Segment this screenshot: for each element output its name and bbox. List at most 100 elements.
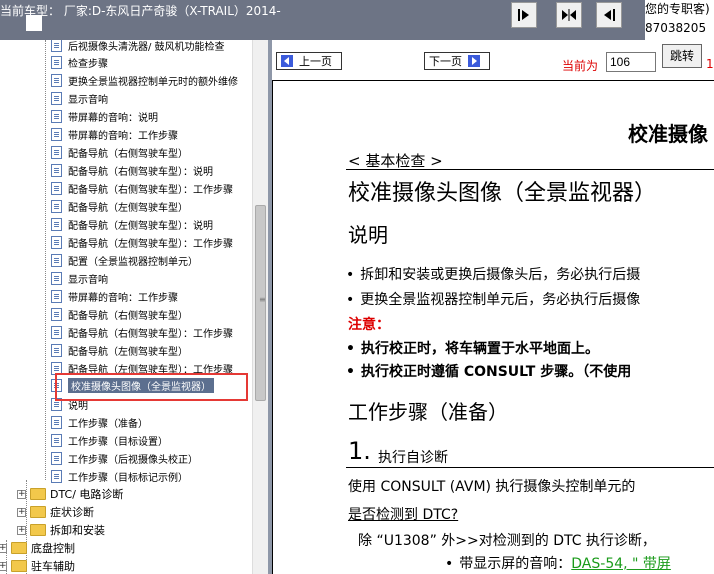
page-number-input[interactable] <box>606 52 656 72</box>
tree-item-label: 后视摄像头清洗器/ 鼓风机功能检查 <box>68 41 225 53</box>
expand-icon[interactable]: + <box>17 525 26 535</box>
tree-item[interactable]: 配备导航（右侧驾驶车型）：说明 <box>51 161 213 179</box>
document-icon <box>51 217 62 231</box>
step-question: 是否检测到 DTC? <box>348 507 459 523</box>
bullet-icon: • <box>346 341 355 357</box>
document-icon <box>51 40 62 52</box>
tree-item[interactable]: 更换全景监视器控制单元时的额外维修 <box>51 71 238 89</box>
page-header-title: 校准摄像 <box>628 122 708 146</box>
arrow-right-icon <box>518 9 529 21</box>
split-arrows-icon <box>562 9 576 21</box>
bullet-item: • 拆卸和安装或更换后摄像头后，务必执行后摄 <box>346 264 640 284</box>
folder-chassis[interactable]: + 底盘控制 <box>0 539 75 557</box>
tree-item-label: 工作步骤（准备） <box>68 418 148 430</box>
bullet-icon: • <box>346 292 355 308</box>
tree-item[interactable]: 带屏幕的音响：工作步骤 <box>51 125 178 143</box>
folder-label: 拆卸和安装 <box>50 524 105 537</box>
expand-icon[interactable]: + <box>0 561 7 571</box>
folder-icon <box>11 560 27 572</box>
tree-item-label: 配备导航（左侧驾驶车型） <box>68 346 188 358</box>
sidebar-scrollbar[interactable]: ≡ <box>252 40 268 574</box>
tree-item[interactable]: 带屏幕的音响：说明 <box>51 107 158 125</box>
expand-icon[interactable]: + <box>0 543 7 553</box>
tree-item[interactable]: 带屏幕的音响：工作步骤 <box>51 287 178 305</box>
except-text: 除 “U1308” 外>>对检测到的 DTC 执行诊断， <box>358 533 656 549</box>
tree-item[interactable]: 显示音响 <box>51 269 108 287</box>
folder-removal[interactable]: + 拆卸和安装 <box>17 521 105 539</box>
prev-page-label: 上一页 <box>299 55 332 68</box>
tree-item[interactable]: 工作步骤（目标标记示例） <box>51 467 188 485</box>
tree-item[interactable]: 检查步骤 <box>51 53 108 71</box>
prep-heading: 工作步骤（准备） <box>348 400 508 424</box>
document-icon <box>51 235 62 249</box>
step-rule <box>346 467 714 468</box>
main-title: 校准摄像头图像（全景监视器） <box>348 181 657 206</box>
restore-panel-button[interactable] <box>596 2 622 28</box>
expand-panel-button[interactable] <box>556 2 582 28</box>
tree-item[interactable]: 配备导航（左侧驾驶车型） <box>51 341 188 359</box>
folder-dtc[interactable]: + DTC/ 电路诊断 <box>17 485 123 503</box>
arrow-left-icon <box>604 9 615 21</box>
selection-highlight <box>55 373 248 401</box>
next-page-button[interactable]: 下一页 <box>424 52 490 70</box>
tree-item[interactable]: 配备导航（右侧驾驶车型）：工作步骤 <box>51 323 233 341</box>
folder-icon <box>30 488 46 500</box>
document-icon <box>51 289 62 303</box>
tree-item[interactable]: 工作步骤（准备） <box>51 413 148 431</box>
document-icon <box>51 253 62 267</box>
app-logo <box>26 15 42 31</box>
folder-parking[interactable]: + 驻车辅助 <box>0 557 75 574</box>
scroll-thumb[interactable]: ≡ <box>255 205 266 401</box>
document-icon <box>51 415 62 429</box>
tree-item[interactable]: 后视摄像头清洗器/ 鼓风机功能检查 <box>51 40 225 54</box>
caution-text: 执行校正时遵循 CONSULT 步骤。（不使用 <box>360 364 632 380</box>
document-icon <box>51 109 62 123</box>
tree-item[interactable]: 配备导航（左侧驾驶车型）：工作步骤 <box>51 233 233 251</box>
folder-symptom[interactable]: + 症状诊断 <box>17 503 94 521</box>
tree-item[interactable]: 工作步骤（目标设置） <box>51 431 168 449</box>
document-icon <box>51 199 62 213</box>
tree-item-label: 配备导航（左侧驾驶车型） <box>68 202 188 214</box>
tree-item[interactable]: 配备导航（左侧驾驶车型） <box>51 197 188 215</box>
caution-item: • 执行校正时，将车辆置于水平地面上。 <box>346 338 599 358</box>
folder-label: 驻车辅助 <box>31 560 75 573</box>
expand-icon[interactable]: + <box>17 507 26 517</box>
tree-item-label: 显示音响 <box>68 94 108 106</box>
tree-item[interactable]: 配备导航（右侧驾驶车型）：工作步骤 <box>51 179 233 197</box>
section-tag: < 基本检查 > <box>348 152 443 170</box>
tree-item-label: 更换全景监视器控制单元时的额外维修 <box>68 76 238 88</box>
tree-item-label: 带屏幕的音响：工作步骤 <box>68 292 178 304</box>
current-vehicle-label: 当前车型： 厂家:D-东风日产奇骏（X-TRAIL）2014- <box>0 4 281 18</box>
document-icon <box>51 433 62 447</box>
jump-button[interactable]: 跳转 <box>662 44 702 68</box>
document-icon <box>51 163 62 177</box>
audio-link[interactable]: DAS-54, " 带屏 <box>571 556 671 572</box>
document-icon <box>51 451 62 465</box>
bullet-icon: • <box>346 267 355 283</box>
arrow-right-icon <box>468 55 480 67</box>
description-heading: 说明 <box>348 223 388 247</box>
tree-item[interactable]: 配备导航（右侧驾驶车型） <box>51 143 188 161</box>
caution-label: 注意： <box>348 317 390 333</box>
bullet-icon: • <box>445 556 454 572</box>
folder-icon <box>11 542 27 554</box>
tree-item[interactable]: 配备导航（右侧驾驶车型） <box>51 305 188 323</box>
title-bar: 当前车型： 厂家:D-东风日产奇骏（X-TRAIL）2014- 您的专职客) 8… <box>0 0 714 40</box>
tree-item-label: 配备导航（右侧驾驶车型） <box>68 148 188 160</box>
tree-item[interactable]: 配置（全景监视器控制单元） <box>51 251 198 269</box>
tree-item[interactable]: 工作步骤（后视摄像头校正） <box>51 449 198 467</box>
prev-page-button[interactable]: 上一页 <box>276 52 342 70</box>
contact-phone: 87038205 <box>645 21 707 35</box>
caution-item: • 执行校正时遵循 CONSULT 步骤。（不使用 <box>346 361 631 381</box>
step-title: 执行自诊断 <box>378 450 448 466</box>
tree-item[interactable]: 配备导航（左侧驾驶车型）：说明 <box>51 215 213 233</box>
expand-icon[interactable]: + <box>17 489 26 499</box>
document-icon <box>51 307 62 321</box>
collapse-panel-button[interactable] <box>511 2 537 28</box>
bullet-text: 拆卸和安装或更换后摄像头后，务必执行后摄 <box>360 267 641 283</box>
total-pages-label: 10 <box>706 57 714 71</box>
tree-item-label: 带屏幕的音响：说明 <box>68 112 158 124</box>
header-rule <box>346 169 714 170</box>
tree-item-label: 显示音响 <box>68 274 108 286</box>
tree-item[interactable]: 显示音响 <box>51 89 108 107</box>
